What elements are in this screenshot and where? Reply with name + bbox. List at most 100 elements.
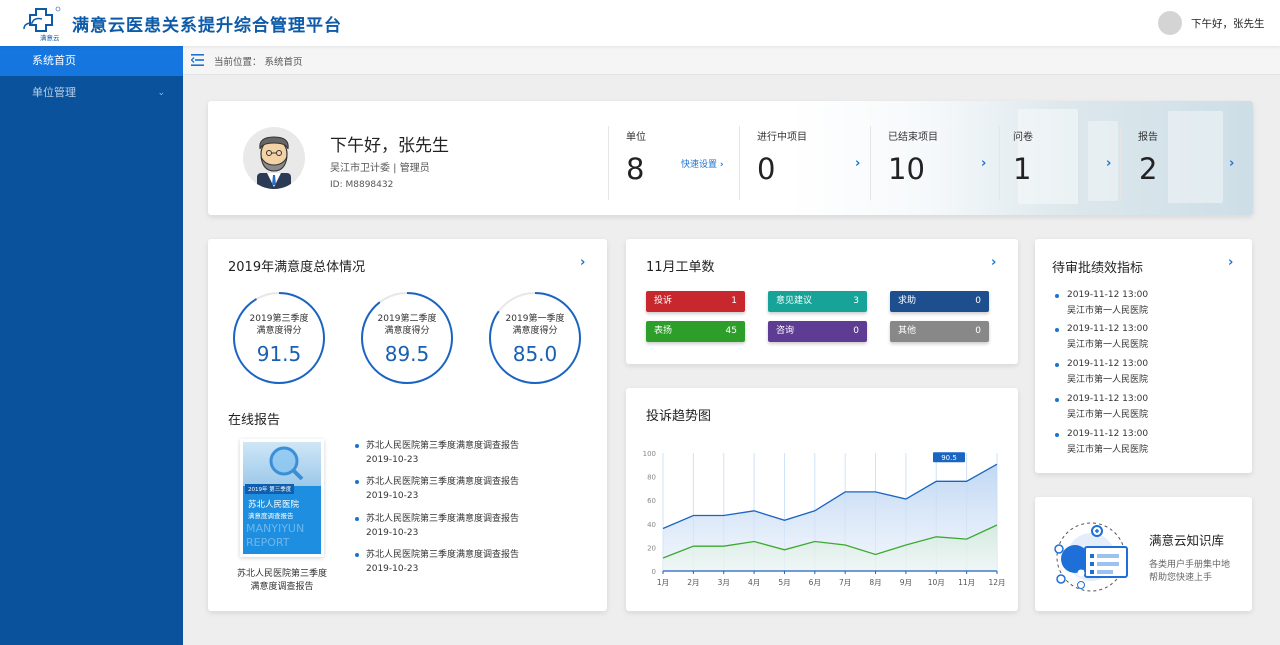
y-tick-label: 40 [647,521,656,529]
score-value: 85.0 [512,342,558,366]
stat-units: 单位 8 快速设置 › [608,126,739,200]
stat-label: 问卷 [1013,132,1033,143]
work-order-label: 表扬 [654,326,673,336]
report-date: 2019-10-23 [366,528,419,538]
work-order-consult[interactable]: 咨询 0 [768,321,867,342]
stat-reports[interactable]: 报告 2 › [1120,126,1253,200]
sidebar-item-home[interactable]: 系统首页 [0,46,183,76]
work-orders-title: 11月工单数 [646,260,715,275]
online-reports-title: 在线报告 [228,413,281,428]
stat-ongoing-projects[interactable]: 进行中项目 0 › [739,126,870,200]
pending-time: 2019-11-12 13:00 [1067,290,1149,300]
y-tick-label: 60 [647,497,656,505]
y-tick-label: 80 [647,474,656,482]
chevron-right-icon[interactable]: › [855,156,860,171]
pending-org: 吴江市第一人民医院 [1067,410,1149,420]
score-ring-q2: 2019第二季度 满意度得分 89.5 [359,290,455,386]
stat-value: 0 [757,152,776,186]
chevron-down-icon: ⌄ [157,88,165,98]
doctor-avatar [243,127,305,189]
top-bar: 满意云 满意云医患关系提升综合管理平台 下午好，张先生 [0,0,1280,46]
breadcrumb-bar: 当前位置： 系统首页 [183,46,1280,75]
sidebar: 系统首页 单位管理 ⌄ [0,46,183,645]
work-order-label: 其他 [898,326,917,336]
report-title[interactable]: 苏北人民医院第三季度满意度调查报告 [366,549,519,562]
knowledge-desc: 帮助您快速上手 [1149,573,1213,583]
report-date: 2019-10-23 [366,455,419,465]
x-tick-label: 10月 [928,578,945,587]
bullet-dot [1055,294,1059,298]
chevron-right-icon[interactable]: › [580,255,585,270]
stat-label: 单位 [626,132,646,143]
welcome-card: 下午好，张先生 吴江市卫计委 | 管理员 ID: M8898432 单位 8 快… [208,101,1253,215]
chevron-right-icon[interactable]: › [981,156,986,171]
work-order-label: 咨询 [776,326,795,336]
bullet-dot [1055,398,1059,402]
chevron-right-icon[interactable]: › [1106,156,1111,171]
report-date: 2019-10-23 [366,491,419,501]
quick-settings-link[interactable]: 快速设置 › [681,157,724,170]
user-greeting[interactable]: 下午好，张先生 [1191,16,1265,31]
work-order-label: 意见建议 [776,296,813,306]
user-avatar[interactable] [1158,11,1182,35]
bullet-dot [1055,433,1059,437]
score-ring-q1: 2019第一季度 满意度得分 85.0 [487,290,583,386]
stat-finished-projects[interactable]: 已结束项目 10 › [870,126,999,200]
stat-label: 已结束项目 [888,132,938,143]
y-tick-label: 100 [643,450,656,458]
score-value: 91.5 [256,342,302,366]
work-order-other[interactable]: 其他 0 [890,321,989,342]
stat-value: 8 [626,152,645,186]
stat-value: 2 [1139,152,1158,186]
work-order-praise[interactable]: 表扬 45 [646,321,745,342]
bullet-dot [355,480,359,484]
annotation-label: 90.5 [941,454,957,462]
logo[interactable]: 满意云 [20,5,64,42]
pending-title: 待审批绩效指标 [1052,261,1144,276]
trend-chart: 100 80 60 40 20 01月 2月 3月 4月 5月 6月 7月 8月 9月 10月 11月 12月 9… [643,450,1006,587]
work-order-help[interactable]: 求助 0 [890,291,989,312]
cover-hospital: 苏北人民医院 [248,500,300,510]
pending-org: 吴江市第一人民医院 [1067,445,1149,455]
chevron-right-icon[interactable]: › [1229,156,1234,171]
bullet-dot [1055,328,1059,332]
x-tick-label: 7月 [839,578,851,587]
score-label: 2019第三季度 满意度得分 [249,314,309,336]
pending-org: 吴江市第一人民医院 [1067,375,1149,385]
stat-value: 1 [1013,152,1032,186]
y-tick-label: 20 [647,544,656,552]
pending-org: 吴江市第一人民医院 [1067,306,1149,316]
chevron-right-icon[interactable]: › [1228,255,1233,270]
stat-label: 进行中项目 [757,132,807,143]
stat-label: 报告 [1138,132,1158,143]
logo-text: 满意云 [40,34,60,42]
stat-questionnaires[interactable]: 问卷 1 › [999,126,1120,200]
bullet-dot [355,444,359,448]
breadcrumb: 当前位置： 系统首页 [214,57,303,68]
pending-time: 2019-11-12 13:00 [1067,324,1149,334]
org-role: 吴江市卫计委 | 管理员 [330,163,430,174]
knowledge-illustration-icon [1054,522,1128,592]
work-order-suggestion[interactable]: 意见建议 3 [768,291,867,312]
work-orders-card: 11月工单数 › 投诉 1 意见建议 3 求助 0 表扬 45 咨询 0 其他 0 [626,239,1018,364]
x-tick-label: 3月 [718,578,730,587]
sidebar-item-unit-management[interactable]: 单位管理 ⌄ [0,78,183,108]
knowledge-base-card[interactable]: 满意云知识库 各类用户手册集中地 帮助您快速上手 [1035,497,1252,611]
app-title: 满意云医患关系提升综合管理平台 [72,16,342,36]
report-title[interactable]: 苏北人民医院第三季度满意度调查报告 [366,440,519,453]
pending-time: 2019-11-12 13:00 [1067,359,1149,369]
welcome-greeting: 下午好，张先生 [330,136,449,156]
bullet-dot [355,517,359,521]
satisfaction-card: 2019年满意度总体情况 › 2019第三季度 满意度得分 91.5 2019第二… [208,239,607,611]
work-order-count: 45 [725,326,737,336]
report-cover[interactable]: 2019年 第三季度 苏北人民医院 满意度调查报告 MANYIYUN REPOR… [240,439,324,557]
chevron-right-icon[interactable]: › [991,255,996,270]
x-tick-label: 6月 [809,578,821,587]
work-order-complaint[interactable]: 投诉 1 [646,291,745,312]
menu-collapse-icon[interactable] [191,54,204,66]
report-title[interactable]: 苏北人民医院第三季度满意度调查报告 [366,513,519,526]
x-tick-label: 11月 [958,578,975,587]
report-title[interactable]: 苏北人民医院第三季度满意度调查报告 [366,476,519,489]
report-cover-caption: 苏北人民医院第三季度 满意度调查报告 [236,569,327,592]
trend-title: 投诉趋势图 [646,409,712,424]
